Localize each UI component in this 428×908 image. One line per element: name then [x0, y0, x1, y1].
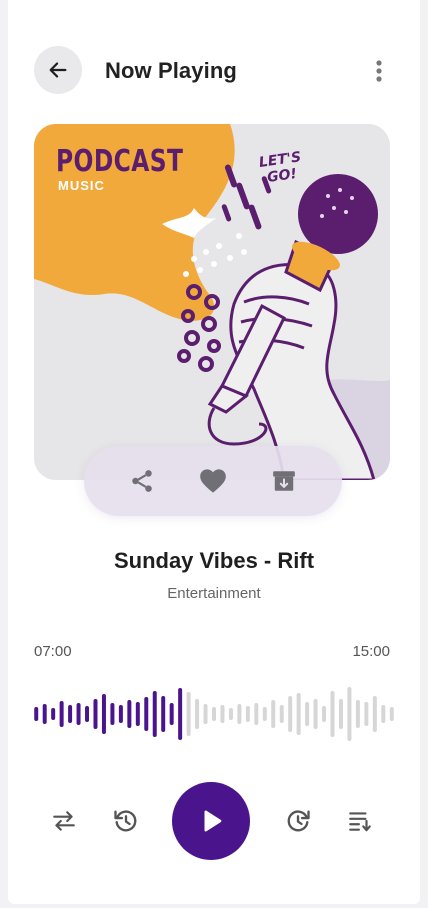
heart-icon [200, 469, 226, 493]
waveform-bar-played [76, 703, 81, 725]
queue-button[interactable] [340, 801, 380, 841]
like-button[interactable] [193, 461, 233, 501]
current-time: 07:00 [34, 643, 72, 660]
waveform-bar-played [152, 691, 157, 737]
waveform-seek-bar[interactable] [32, 682, 396, 746]
page-title: Now Playing [105, 58, 237, 83]
waveform-bar-unplayed [338, 699, 343, 729]
waveform-bar-played [93, 699, 98, 729]
album-cover: PODCAST MUSIC LET'S GO! [34, 124, 390, 480]
cover-tag-text: LET'S GO! [258, 149, 304, 187]
waveform-bar-unplayed [305, 702, 310, 726]
waveform-bar-unplayed [364, 702, 369, 726]
repeat-button[interactable] [44, 801, 84, 841]
waveform-bar-unplayed [186, 692, 191, 736]
track-actions-bar [84, 446, 342, 516]
share-icon [131, 470, 152, 492]
waveform-bar-unplayed [372, 696, 377, 732]
waveform-bar-unplayed [355, 700, 360, 728]
waveform-bar-unplayed [237, 704, 242, 724]
waveform-bar-played [118, 705, 123, 723]
rewind-button[interactable] [106, 801, 146, 841]
cover-sub-text: MUSIC [58, 178, 105, 193]
waveform-bar-unplayed [347, 687, 352, 741]
waveform-bar-unplayed [212, 707, 216, 721]
waveform-bar-played [161, 696, 166, 732]
waveform-bar-played [85, 706, 90, 722]
waveform-bar-unplayed [288, 696, 293, 732]
header: Now Playing [8, 46, 420, 96]
waveform-bar-unplayed [279, 705, 284, 723]
forward-button[interactable] [278, 801, 318, 841]
waveform-bar-unplayed [228, 708, 233, 720]
cover-brand-text: PODCAST [56, 144, 184, 179]
waveform-bar-unplayed [381, 705, 386, 723]
waveform-bar-unplayed [220, 705, 225, 723]
waveform-bar-unplayed [195, 699, 200, 729]
waveform-bar-played [34, 707, 39, 721]
play-icon [204, 810, 222, 832]
waveform-bar-unplayed [245, 706, 250, 722]
download-icon [273, 471, 296, 491]
waveform-bar-unplayed [313, 699, 318, 729]
play-button[interactable] [172, 782, 250, 860]
more-vertical-icon [376, 60, 382, 82]
repeat-icon [53, 811, 75, 831]
queue-icon [349, 812, 371, 832]
waveform-bar-played [110, 703, 115, 725]
download-button[interactable] [264, 461, 304, 501]
waveform-bar-played [144, 697, 149, 731]
waveform-bar-played [127, 700, 132, 728]
waveform-bar-unplayed [296, 693, 301, 735]
track-title: Sunday Vibes - Rift [113, 548, 315, 573]
waveform-bar-played [51, 708, 56, 720]
waveform-bar-unplayed [262, 707, 267, 721]
waveform-bar-unplayed [271, 700, 276, 728]
waveform-bar-unplayed [322, 706, 327, 722]
waveform-bar-unplayed [389, 707, 394, 721]
forward-icon [287, 810, 310, 832]
now-playing-screen: Now Playing PODCAST MUSIC LET'S GO! Sund… [8, 0, 420, 904]
waveform-bar-played [178, 688, 183, 740]
waveform-bar-unplayed [203, 704, 208, 724]
waveform-bar-played [169, 703, 174, 725]
playback-controls [8, 782, 420, 862]
share-button[interactable] [122, 461, 162, 501]
total-time: 15:00 [352, 643, 390, 660]
waveform-bar-played [42, 704, 47, 724]
waveform-bar-played [59, 701, 64, 727]
back-button[interactable] [34, 46, 82, 94]
waveform-bar-unplayed [254, 703, 259, 725]
waveform-bar-unplayed [330, 691, 335, 737]
waveform-bar-played [135, 702, 140, 726]
rewind-icon [114, 810, 137, 832]
waveform-bar-played [101, 694, 106, 734]
arrow-left-icon [49, 62, 67, 78]
more-options-button[interactable] [364, 56, 394, 86]
track-genre: Entertainment [167, 585, 261, 602]
waveform-bar-played [68, 705, 73, 723]
